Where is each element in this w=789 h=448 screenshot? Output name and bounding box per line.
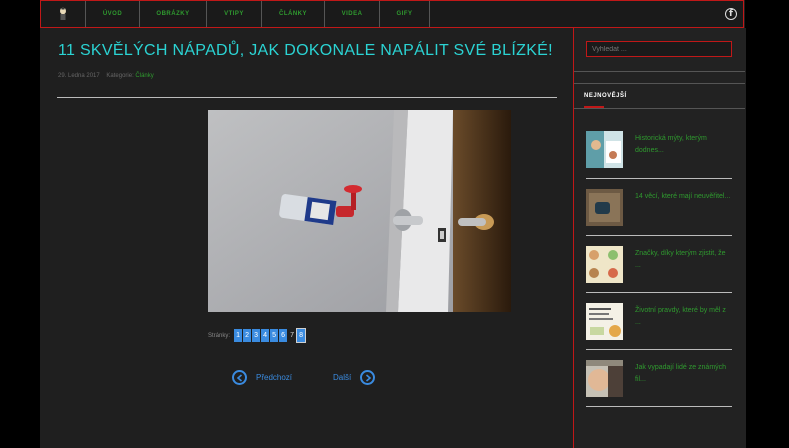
page-link-3[interactable]: 3 [252,329,261,342]
post-thumbnail [586,360,623,397]
post-thumbnail [586,189,623,226]
post-thumbnail [586,246,623,283]
sidebar-divider [574,108,745,109]
nav-item-videa[interactable]: VIDEA [325,1,380,27]
facebook-icon[interactable]: f [725,8,737,20]
post-title[interactable]: Životní pravdy, které by měl z ... [635,305,732,329]
item-divider [586,235,732,236]
next-label: Další [333,373,352,382]
nav-item-vtipy[interactable]: VTIPY [207,1,262,27]
nav-item-clanky[interactable]: ČLÁNKY [262,1,325,27]
prev-label: Předchozí [256,373,293,382]
category-link[interactable]: Články [135,73,153,79]
item-divider [586,292,732,293]
sidebar-heading: NEJNOVĚJŠÍ [584,93,627,99]
next-link[interactable]: Další [333,370,376,385]
pagination-label: Stránky: [208,332,231,339]
site-logo[interactable] [41,1,86,27]
pagination: Stránky: 1 2 3 4 5 6 7 8 [208,328,307,343]
article-title: 11 SKVĚLÝCH NÁPADŮ, JAK DOKONALE NAPÁLIT… [58,42,553,59]
nav-item-gify[interactable]: GIFY [380,1,430,27]
page-link-4[interactable]: 4 [261,329,270,342]
item-divider [586,406,732,407]
title-divider [57,97,557,98]
chevron-left-icon [232,370,247,385]
item-divider [586,178,732,179]
search-input[interactable] [586,41,732,57]
page-current-7: 7 [290,332,294,339]
nav-item-uvod[interactable]: ÚVOD [86,1,140,27]
nav-item-obrazky[interactable]: OBRÁZKY [140,1,207,27]
top-navigation: ÚVOD OBRÁZKY VTIPY ČLÁNKY VIDEA GIFY f [40,0,744,28]
chevron-right-icon [360,370,376,385]
article-image [208,110,511,312]
page-link-8[interactable]: 8 [296,328,307,343]
post-thumbnail [586,303,623,340]
sidebar-divider [574,71,745,72]
sidebar-divider [574,83,745,84]
article-date: 29. Ledna 2017 [58,73,100,79]
article-meta: 29. Ledna 2017 Kategorie: Články [58,73,154,79]
post-title[interactable]: Značky, díky kterým zjistit, že ... [635,248,732,272]
prev-link[interactable]: Předchozí [232,370,292,385]
page-link-1[interactable]: 1 [234,329,243,342]
post-title[interactable]: Jak vypadají lidé ze známých fil... [635,362,732,386]
post-title[interactable]: 14 věcí, které mají neuvěřitel... [635,191,732,203]
page-link-5[interactable]: 5 [270,329,279,342]
post-title[interactable]: Historická mýty, kterým dodnes... [635,133,732,157]
page-link-2[interactable]: 2 [243,329,252,342]
logo-icon [60,7,66,20]
category-label: Kategorie: [106,73,134,79]
item-divider [586,349,732,350]
post-thumbnail [586,131,623,168]
page-link-6[interactable]: 6 [279,329,288,342]
